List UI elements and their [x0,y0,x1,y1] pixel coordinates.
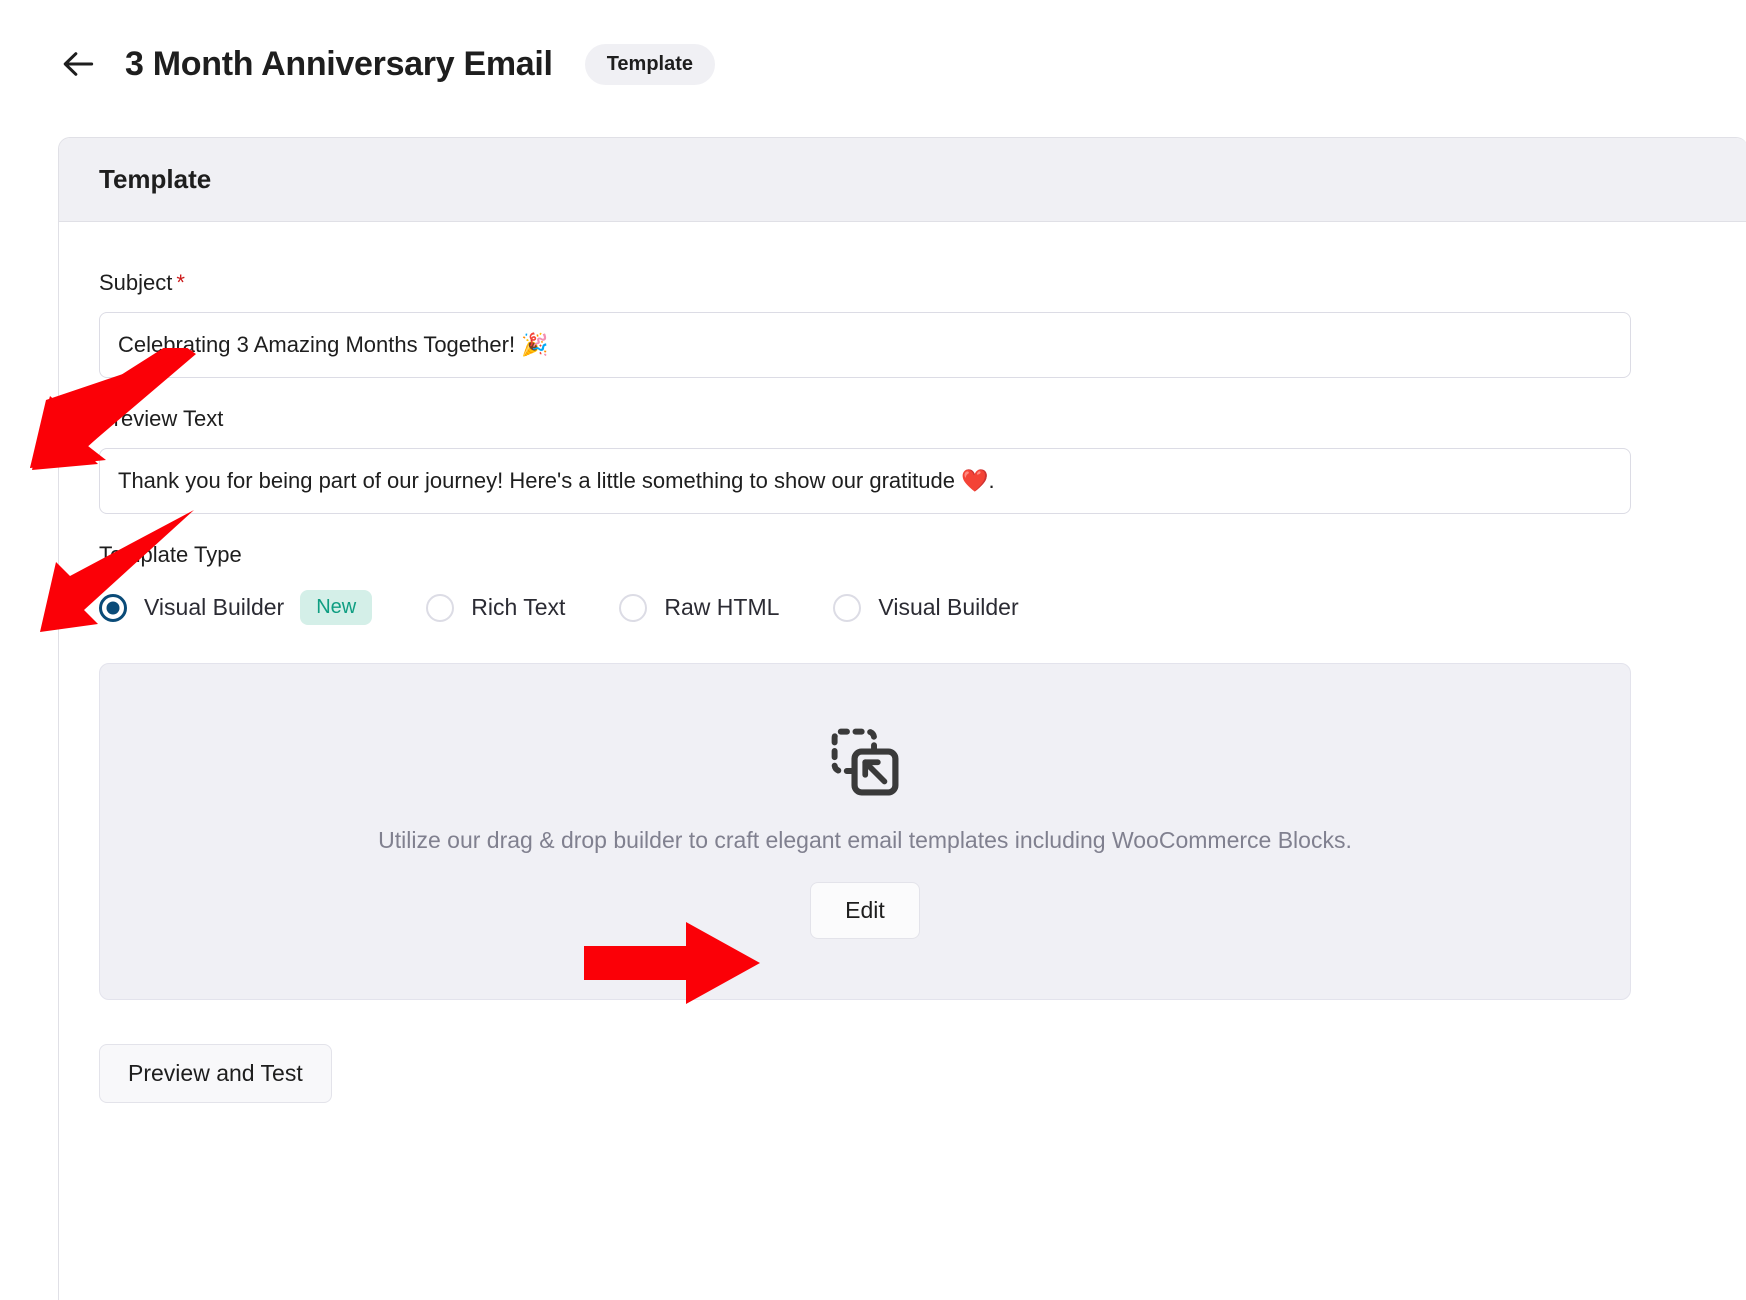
dropzone-description: Utilize our drag & drop builder to craft… [378,827,1352,853]
card-header-title: Template [99,164,212,194]
radio-option-rich-text[interactable]: Rich Text [426,593,566,622]
card-header: Template [59,138,1746,222]
app-root: 3 Month Anniversary Email Template Templ… [0,0,1746,1300]
template-type-radio-group: Visual Builder New Rich Text Raw HTML Vi… [99,590,1708,625]
arrow-left-icon [60,45,98,83]
preview-and-test-button[interactable]: Preview and Test [99,1044,332,1103]
header-type-badge: Template [584,43,716,85]
subject-field: Subject * [99,270,1708,378]
template-card: Template Subject* Preview Text Template … [58,137,1746,1300]
template-type-label: Template Type [99,542,242,567]
radio-option-raw-html[interactable]: Raw HTML [619,593,780,622]
radio-label: Visual Builder [878,594,1019,620]
drag-drop-select-icon [827,724,903,805]
subject-label-text: Subject [99,270,173,295]
preview-text-input[interactable] [99,448,1631,514]
subject-label: Subject * [99,270,1708,296]
radio-label: Raw HTML [664,594,780,620]
radio-label: Rich Text [471,594,566,620]
required-asterisk: * [176,270,185,295]
page-header: 3 Month Anniversary Email Template [0,0,1746,128]
radio-icon[interactable] [426,593,455,622]
radio-icon[interactable] [619,593,648,622]
radio-option-visual-builder[interactable]: Visual Builder New [99,590,373,625]
new-badge: New [300,590,373,625]
back-button[interactable] [58,43,100,85]
card-body: Subject* Preview Text Template Type Visu… [59,222,1746,1103]
page-title: 3 Month Anniversary Email [125,44,553,83]
template-type-field: Template Type Visual Builder New Rich Te… [99,542,1708,625]
radio-icon[interactable] [833,593,862,622]
builder-dropzone: Utilize our drag & drop builder to craft… [99,663,1631,1000]
preview-text-field: Preview Text [99,406,1708,514]
edit-button[interactable]: Edit [810,882,920,939]
radio-icon-selected[interactable] [99,593,127,622]
preview-text-label: Preview Text [99,406,224,431]
subject-input[interactable] [99,312,1631,378]
radio-label: Visual Builder [144,594,285,620]
radio-option-visual-builder-2[interactable]: Visual Builder [833,593,1019,622]
